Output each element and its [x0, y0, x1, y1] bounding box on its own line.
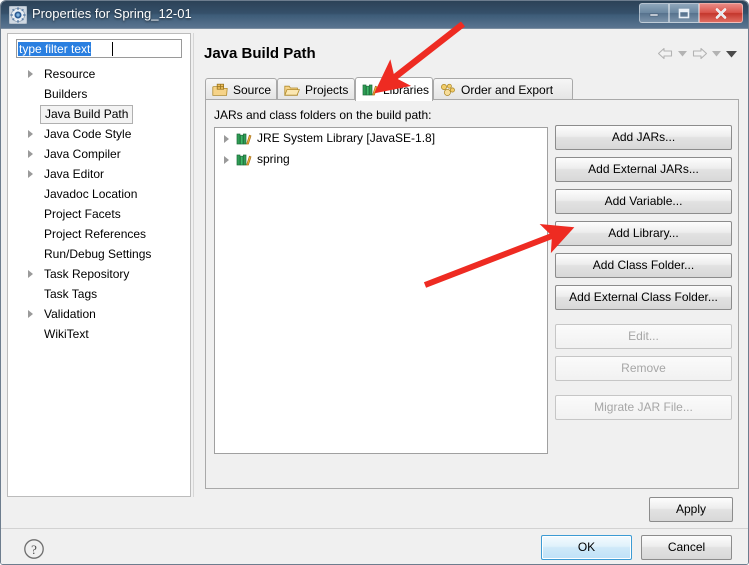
- expand-triangle-icon[interactable]: [224, 135, 229, 143]
- add-library-button[interactable]: Add Library...: [555, 221, 732, 246]
- build-path-action-buttons: Add JARs... Add External JARs... Add Varia…: [555, 125, 732, 427]
- back-dropdown-chevron-down-icon[interactable]: [677, 49, 688, 58]
- filter-input[interactable]: type filter text: [16, 39, 182, 58]
- forward-dropdown-chevron-down-icon[interactable]: [711, 49, 722, 58]
- tab-order-and-export[interactable]: Order and Export: [433, 78, 573, 100]
- source-folder-icon: [212, 83, 228, 97]
- close-button[interactable]: [699, 3, 743, 23]
- filter-input-value: type filter text: [18, 42, 92, 56]
- build-path-entries-list[interactable]: JRE System Library [JavaSE-1.8] spring: [214, 127, 548, 454]
- libraries-books-icon: [236, 132, 252, 146]
- sidebar-item-label: Run/Debug Settings: [44, 247, 152, 261]
- maximize-button[interactable]: [669, 3, 699, 23]
- dialog-body: type filter text Resource Builders Java Bu…: [1, 29, 748, 564]
- sidebar-item-label: Javadoc Location: [44, 187, 138, 201]
- settings-tree-sidebar: type filter text Resource Builders Java Bu…: [7, 33, 191, 497]
- order-export-icon: [440, 83, 456, 97]
- tab-label: Source: [233, 82, 272, 97]
- list-item-label: spring: [257, 152, 290, 166]
- minimize-icon: [649, 13, 659, 17]
- back-arrow-icon[interactable]: [657, 47, 674, 60]
- sidebar-item-label: Builders: [44, 87, 88, 101]
- sidebar-item-label: Project Facets: [44, 207, 121, 221]
- sidebar-item-task-tags[interactable]: Task Tags: [8, 284, 190, 304]
- sidebar-item-java-editor[interactable]: Java Editor: [8, 164, 190, 184]
- sidebar-item-task-repository[interactable]: Task Repository: [8, 264, 190, 284]
- expand-triangle-icon[interactable]: [28, 150, 33, 158]
- expand-triangle-icon[interactable]: [224, 156, 229, 164]
- sidebar-item-label: Task Repository: [44, 267, 130, 281]
- tab-libraries[interactable]: Libraries: [355, 77, 433, 101]
- sidebar-item-wikitext[interactable]: WikiText: [8, 324, 190, 344]
- open-folder-icon: [284, 83, 301, 97]
- sidebar-item-label: Java Editor: [44, 167, 105, 181]
- sidebar-item-validation[interactable]: Validation: [8, 304, 190, 324]
- window-title: Properties for Spring_12-01: [32, 6, 192, 21]
- sidebar-item-resource[interactable]: Resource: [8, 64, 190, 84]
- edit-button: Edit...: [555, 324, 732, 349]
- properties-dialog-window: Properties for Spring_12-01 type filter …: [0, 0, 749, 565]
- list-item[interactable]: spring: [215, 149, 547, 170]
- sidebar-item-javadoc-location[interactable]: Javadoc Location: [8, 184, 190, 204]
- help-question-icon[interactable]: ?: [23, 538, 45, 560]
- list-item-label: JRE System Library [JavaSE-1.8]: [257, 131, 436, 145]
- apply-button[interactable]: Apply: [649, 497, 733, 522]
- expand-triangle-icon[interactable]: [28, 270, 33, 278]
- sidebar-item-label: Java Compiler: [44, 147, 121, 161]
- sidebar-item-label: Project References: [44, 227, 147, 241]
- expand-triangle-icon[interactable]: [28, 310, 33, 318]
- list-caption: JARs and class folders on the build path…: [214, 108, 432, 122]
- forward-arrow-icon[interactable]: [691, 47, 708, 60]
- page-navigation-toolbar: [657, 47, 738, 60]
- add-external-jars-button[interactable]: Add External JARs...: [555, 157, 732, 182]
- page-title: Java Build Path: [204, 45, 316, 62]
- sidebar-item-label: Task Tags: [44, 287, 98, 301]
- text-caret: [112, 42, 113, 56]
- sidebar-item-label: Validation: [44, 307, 96, 321]
- list-item[interactable]: JRE System Library [JavaSE-1.8]: [215, 128, 547, 149]
- tab-label: Order and Export: [461, 82, 554, 97]
- libraries-tab-panel: JARs and class folders on the build path…: [205, 99, 739, 489]
- expand-triangle-icon[interactable]: [28, 70, 33, 78]
- sidebar-item-label: Java Code Style: [44, 127, 132, 141]
- title-bar: Properties for Spring_12-01: [1, 1, 748, 29]
- page-menu-chevron-down-icon[interactable]: [725, 49, 738, 59]
- sidebar-item-builders[interactable]: Builders: [8, 84, 190, 104]
- sidebar-item-project-facets[interactable]: Project Facets: [8, 204, 190, 224]
- minimize-button[interactable]: [639, 3, 669, 23]
- close-icon: [715, 7, 727, 19]
- svg-text:?: ?: [31, 542, 37, 557]
- add-jars-button[interactable]: Add JARs...: [555, 125, 732, 150]
- sidebar-item-label: Java Build Path: [40, 105, 134, 124]
- tab-label: Libraries: [383, 82, 430, 97]
- sidebar-item-java-compiler[interactable]: Java Compiler: [8, 144, 190, 164]
- add-class-folder-button[interactable]: Add Class Folder...: [555, 253, 732, 278]
- remove-button: Remove: [555, 356, 732, 381]
- migrate-jar-file-button: Migrate JAR File...: [555, 395, 732, 420]
- add-variable-button[interactable]: Add Variable...: [555, 189, 732, 214]
- cancel-button[interactable]: Cancel: [641, 535, 732, 560]
- sidebar-item-project-references[interactable]: Project References: [8, 224, 190, 244]
- sidebar-item-java-build-path[interactable]: Java Build Path: [8, 104, 190, 124]
- sidebar-item-label: Resource: [44, 67, 96, 81]
- settings-page-pane: Java Build Path Source Projects Librarie…: [193, 33, 744, 497]
- tab-source[interactable]: Source: [205, 78, 277, 100]
- expand-triangle-icon[interactable]: [28, 170, 33, 178]
- add-external-class-folder-button[interactable]: Add External Class Folder...: [555, 285, 732, 310]
- tab-projects[interactable]: Projects: [277, 78, 355, 100]
- dialog-footer: ? OK Cancel: [1, 528, 748, 564]
- sidebar-item-label: WikiText: [44, 327, 89, 341]
- libraries-books-icon: [236, 153, 252, 167]
- build-path-tabs: Source Projects Libraries Order and Export: [205, 77, 739, 101]
- sidebar-item-run-debug-settings[interactable]: Run/Debug Settings: [8, 244, 190, 264]
- tab-label: Projects: [305, 82, 349, 97]
- settings-tree: Resource Builders Java Build Path Java Code…: [8, 64, 190, 344]
- expand-triangle-icon[interactable]: [28, 130, 33, 138]
- maximize-icon: [678, 8, 690, 18]
- libraries-books-icon: [362, 83, 378, 97]
- sidebar-item-java-code-style[interactable]: Java Code Style: [8, 124, 190, 144]
- ok-button[interactable]: OK: [541, 535, 632, 560]
- settings-gear-icon: [8, 5, 28, 25]
